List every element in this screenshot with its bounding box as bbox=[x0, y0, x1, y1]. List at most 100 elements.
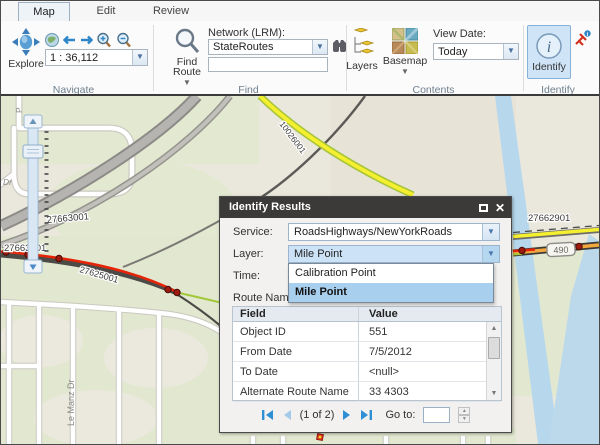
dialog-title-bar[interactable]: Identify Results ✕ bbox=[220, 197, 511, 218]
route-label: 27662901 bbox=[528, 213, 570, 224]
tab-edit[interactable]: Edit bbox=[78, 2, 134, 21]
scale-value: 1 : 36,112 bbox=[46, 52, 132, 64]
previous-page-icon[interactable] bbox=[282, 409, 292, 421]
table-scrollbar[interactable]: ▲ ▼ bbox=[486, 322, 501, 400]
scale-combo[interactable]: 1 : 36,112 ▼ bbox=[45, 49, 148, 66]
pagination-bar: (1 of 2) Go to: ▲ ▼ bbox=[220, 404, 511, 426]
scroll-up-icon[interactable]: ▲ bbox=[487, 322, 501, 335]
layer-combo[interactable]: Mile Point ▼ bbox=[288, 245, 500, 263]
spinner-down-icon[interactable]: ▼ bbox=[458, 415, 470, 423]
dropdown-option-calibration-point[interactable]: Calibration Point bbox=[289, 264, 493, 283]
route-tool-icon[interactable]: i bbox=[574, 30, 592, 48]
table-row[interactable]: To Date <null> bbox=[233, 362, 501, 382]
globe-icon[interactable] bbox=[46, 34, 59, 47]
layers-label: Layers bbox=[346, 60, 378, 72]
layers-button[interactable]: Layers bbox=[345, 28, 379, 72]
identify-button[interactable]: i Identify bbox=[527, 25, 571, 79]
view-date-combo[interactable]: Today ▼ bbox=[433, 43, 519, 60]
back-arrow-icon[interactable] bbox=[65, 37, 76, 44]
find-route-icon bbox=[173, 27, 201, 55]
dialog-title: Identify Results bbox=[229, 201, 311, 213]
route-shield-490: 490 bbox=[547, 242, 576, 256]
layers-icon bbox=[349, 28, 375, 59]
network-value: StateRoutes bbox=[209, 41, 312, 53]
value-column-header[interactable]: Value bbox=[359, 307, 501, 321]
zoom-slider-handle[interactable] bbox=[23, 145, 43, 158]
basemap-icon bbox=[392, 28, 418, 54]
zoom-out-icon[interactable] bbox=[118, 34, 130, 47]
service-value: RoadsHighways/NewYorkRoads bbox=[289, 224, 482, 240]
maximize-icon[interactable] bbox=[479, 204, 488, 212]
divider bbox=[153, 25, 154, 91]
next-page-icon[interactable] bbox=[342, 409, 352, 421]
service-combo-arrow-icon[interactable]: ▼ bbox=[482, 224, 499, 240]
view-date-value: Today bbox=[434, 46, 503, 58]
basemap-dropdown-icon[interactable]: ▼ bbox=[401, 67, 409, 76]
scrollbar-thumb[interactable] bbox=[488, 337, 500, 359]
layer-dropdown-list: Calibration Point Mile Point bbox=[288, 263, 494, 303]
tab-review[interactable]: Review bbox=[141, 2, 201, 21]
value-cell: 7/5/2012 bbox=[359, 342, 501, 361]
field-cell: To Date bbox=[233, 362, 359, 381]
explore-button[interactable]: Explore bbox=[7, 27, 45, 70]
value-cell: 33 4303 bbox=[359, 382, 501, 401]
zoom-in-icon[interactable] bbox=[98, 34, 110, 47]
svg-text:490: 490 bbox=[553, 245, 569, 256]
layer-label: Layer: bbox=[233, 248, 264, 260]
table-row[interactable]: From Date 7/5/2012 bbox=[233, 342, 501, 362]
layer-value: Mile Point bbox=[289, 246, 482, 262]
application-window: Map Edit Review Explore bbox=[0, 0, 600, 445]
spinner-up-icon[interactable]: ▲ bbox=[458, 407, 470, 415]
time-label: Time: bbox=[233, 270, 260, 282]
goto-page-input[interactable] bbox=[423, 407, 450, 423]
explore-label: Explore bbox=[8, 58, 44, 70]
close-icon[interactable]: ✕ bbox=[495, 203, 505, 213]
ribbon-tab-bar: Map Edit Review bbox=[1, 1, 599, 21]
table-row[interactable]: Alternate Route Name 33 4303 bbox=[233, 382, 501, 402]
field-cell: From Date bbox=[233, 342, 359, 361]
goto-spinner[interactable]: ▲ ▼ bbox=[458, 407, 470, 423]
svg-text:i: i bbox=[547, 39, 551, 56]
route-label: 27663101 bbox=[4, 243, 46, 254]
basemap-label: Basemap bbox=[383, 55, 427, 67]
terrain-area bbox=[34, 390, 158, 444]
service-label: Service: bbox=[233, 226, 273, 238]
identify-icon: i bbox=[535, 32, 563, 60]
tab-map[interactable]: Map bbox=[18, 2, 70, 21]
nav-tools bbox=[44, 32, 136, 48]
find-route-label: Route bbox=[173, 66, 201, 78]
field-column-header[interactable]: Field bbox=[233, 307, 359, 321]
value-cell: 551 bbox=[359, 322, 501, 341]
attributes-table: Field Value Object ID 551 From Date 7/5/… bbox=[232, 306, 502, 401]
basemap-button[interactable]: Basemap ▼ bbox=[383, 28, 427, 76]
route-input[interactable] bbox=[208, 57, 328, 72]
view-date-label: View Date: bbox=[433, 28, 486, 40]
divider bbox=[523, 25, 524, 91]
ribbon: Map Edit Review Explore bbox=[1, 1, 599, 94]
dropdown-option-mile-point[interactable]: Mile Point bbox=[289, 283, 493, 302]
service-combo[interactable]: RoadsHighways/NewYorkRoads ▼ bbox=[288, 223, 500, 241]
network-combo[interactable]: StateRoutes ▼ bbox=[208, 39, 328, 55]
view-date-combo-arrow-icon[interactable]: ▼ bbox=[503, 44, 518, 59]
scroll-down-icon[interactable]: ▼ bbox=[487, 387, 501, 400]
network-combo-arrow-icon[interactable]: ▼ bbox=[312, 40, 327, 54]
field-cell: Object ID bbox=[233, 322, 359, 341]
street-label: Le Manz Dr bbox=[66, 379, 76, 426]
find-route-button[interactable]: Find Route ▼ bbox=[165, 27, 209, 87]
last-page-icon[interactable] bbox=[360, 409, 373, 421]
find-route-dropdown-icon[interactable]: ▼ bbox=[183, 78, 191, 87]
explore-icon bbox=[11, 27, 41, 57]
first-page-icon[interactable] bbox=[261, 409, 274, 421]
layer-combo-arrow-icon[interactable]: ▼ bbox=[482, 246, 499, 262]
table-header-row: Field Value bbox=[233, 307, 501, 322]
identify-results-dialog: Identify Results ✕ Service: RoadsHighway… bbox=[219, 196, 512, 433]
identify-label: Identify bbox=[532, 61, 566, 73]
street-label: P bbox=[14, 107, 24, 113]
point-event-marker bbox=[317, 434, 324, 441]
page-indicator: (1 of 2) bbox=[300, 409, 335, 421]
table-row[interactable]: Object ID 551 bbox=[233, 322, 501, 342]
forward-arrow-icon[interactable] bbox=[81, 37, 92, 44]
field-cell: Alternate Route Name bbox=[233, 382, 359, 401]
goto-label: Go to: bbox=[385, 409, 415, 421]
scale-combo-arrow-icon[interactable]: ▼ bbox=[132, 50, 147, 65]
